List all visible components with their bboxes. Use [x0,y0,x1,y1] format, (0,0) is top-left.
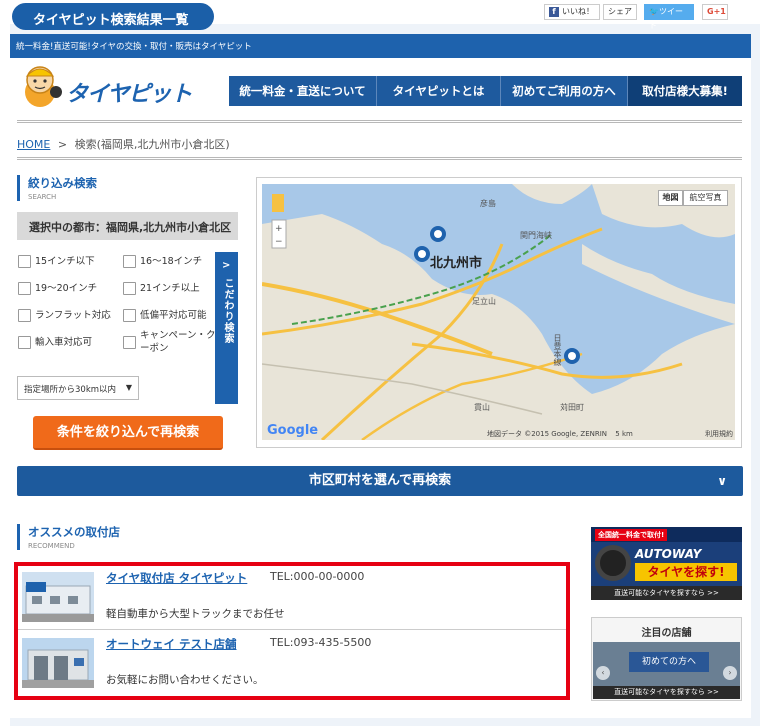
featured-stores: 注目の店舗 初めての方へ ‹ › 直送可能なタイヤを探すなら >> [591,617,742,701]
checkbox[interactable] [18,255,31,268]
nav-about[interactable]: タイヤピットとは [377,76,501,106]
recommend-list: タイヤ取付店 タイヤピット TEL:000-00-0000 軽自動車から大型トラ… [14,562,570,700]
map-label: 彦島 [480,199,496,208]
shop-tel: TEL:093-435-5500 [270,636,372,649]
nav-first-time[interactable]: 初めてご利用の方へ [501,76,628,106]
breadcrumb: HOME > 検索(福岡県,北九州市小倉北区) [17,136,230,152]
banner-footer: 直送可能なタイヤを探すなら >> [591,586,742,600]
facebook-icon: f [549,7,559,17]
map-label: 足立山 [472,297,496,306]
filter-heading: 絞り込み検索 SEARCH [17,175,97,201]
featured-title: 注目の店舗 [641,628,692,639]
map-label: 苅田町 [560,403,584,412]
refine-search-button[interactable]: 条件を絞り込んで再検索 [33,416,223,450]
shop-description: 軽自動車から大型トラックまでお任せ [106,608,285,620]
mascot-icon [25,66,62,107]
map-label: 日豊本線 [553,334,562,366]
svg-text:−: − [275,237,283,247]
breadcrumb-home[interactable]: HOME [17,138,50,151]
list-item: タイヤ取付店 タイヤピット TEL:000-00-0000 軽自動車から大型トラ… [18,566,566,630]
map[interactable]: + − [262,184,735,440]
chevron-right-icon: > [222,260,231,271]
shop-name-link[interactable]: オートウェイ テスト店舗 [106,636,237,652]
nav-pricing[interactable]: 統一料金・直送について [229,76,377,106]
checkbox[interactable] [18,309,31,322]
map-view-button[interactable]: 地図 [658,190,683,206]
recommend-title: オススメの取付店 [28,525,120,539]
list-item: オートウェイ テスト店舗 TEL:093-435-5500 お気軽にお問い合わせ… [18,632,566,696]
breadcrumb-current: 検索(福岡県,北九州市小倉北区) [74,138,230,151]
select-city-button[interactable]: 市区町村を選んで再検索 ∨ [17,466,743,496]
banner-catch: タイヤを探す! [635,563,737,581]
top-bar: 統一料金!直送可能!タイヤの交換・取付・販売はタイヤピット [10,34,751,58]
shop-name-link[interactable]: タイヤ取付店 タイヤピット [106,570,247,586]
distance-select[interactable]: 指定場所から30km以内 ▼ [17,376,139,400]
checkbox[interactable] [123,309,136,322]
checkbox[interactable] [18,336,31,349]
tweet-button[interactable]: 🐦ツイート [644,4,694,30]
checkbox[interactable] [123,282,136,295]
breadcrumb-sep: > [57,138,68,151]
satellite-view-button[interactable]: 航空写真 [683,190,728,206]
banner-badge: 全国統一料金で取付! [595,529,668,541]
shop-tel: TEL:000-00-0000 [270,570,365,583]
global-nav: 統一料金・直送について タイヤピットとは 初めてご利用の方へ 取付店様大募集! [229,76,742,106]
featured-slide[interactable]: 初めての方へ [593,642,740,686]
slide-caption: 初めての方へ [629,652,709,672]
svg-text:+: + [275,224,283,234]
shop-photo [22,572,94,622]
checkbox[interactable] [123,336,136,349]
map-label: 貫山 [474,403,490,412]
filter-title: 絞り込み検索 [28,176,97,190]
chevron-left-icon[interactable]: ‹ [596,666,610,680]
facebook-share-button[interactable]: シェア [603,4,637,20]
gplus-button[interactable]: G+1 [702,4,728,20]
chevron-down-icon: ▼ [125,383,132,392]
divider [17,157,742,160]
kodawari-search-tab[interactable]: > こだわり検索 [215,252,238,404]
featured-footer: 直送可能なタイヤを探すなら >> [593,686,740,699]
facebook-like-button[interactable]: f いいね！ [544,4,600,20]
logo-text: タイヤピット [66,82,192,107]
checkbox[interactable] [123,255,136,268]
shop-description: お気軽にお問い合わせください。 [106,674,264,686]
shop-photo [22,638,94,688]
kodawari-label: こだわり検索 [222,278,233,344]
selected-city: 選択中の都市：福岡県,北九州市小倉北区 [17,212,238,240]
map-city-label: 北九州市 [430,256,483,271]
recommend-subtitle: RECOMMEND [28,542,75,550]
map-copyright: 地図データ ©2015 Google, ZENRIN 5 km 利用規約 [487,430,734,438]
twitter-icon: 🐦 [649,7,659,16]
divider [17,120,742,123]
recommend-heading: オススメの取付店 RECOMMEND [17,524,120,550]
page-tag: タイヤピット検索結果一覧 [12,3,214,30]
map-label: 関門海峡 [520,231,552,240]
banner-brand: AUTOWAY [635,547,702,561]
banner-top: 全国統一料金で取付! [591,527,742,542]
nav-recruit[interactable]: 取付店様大募集! [628,76,742,106]
tagline: 統一料金!直送可能!タイヤの交換・取付・販売はタイヤピット [16,42,252,52]
site-logo[interactable]: タイヤピット [20,62,200,112]
checkbox[interactable] [18,282,31,295]
tire-icon [595,545,631,581]
filter-subtitle: SEARCH [28,193,57,201]
chevron-right-icon[interactable]: › [723,666,737,680]
google-logo: Google [267,423,319,438]
autoway-banner[interactable]: 全国統一料金で取付! AUTOWAY タイヤを探す! 直送可能なタイヤを探すなら… [591,527,742,600]
chevron-down-icon: ∨ [717,474,727,488]
